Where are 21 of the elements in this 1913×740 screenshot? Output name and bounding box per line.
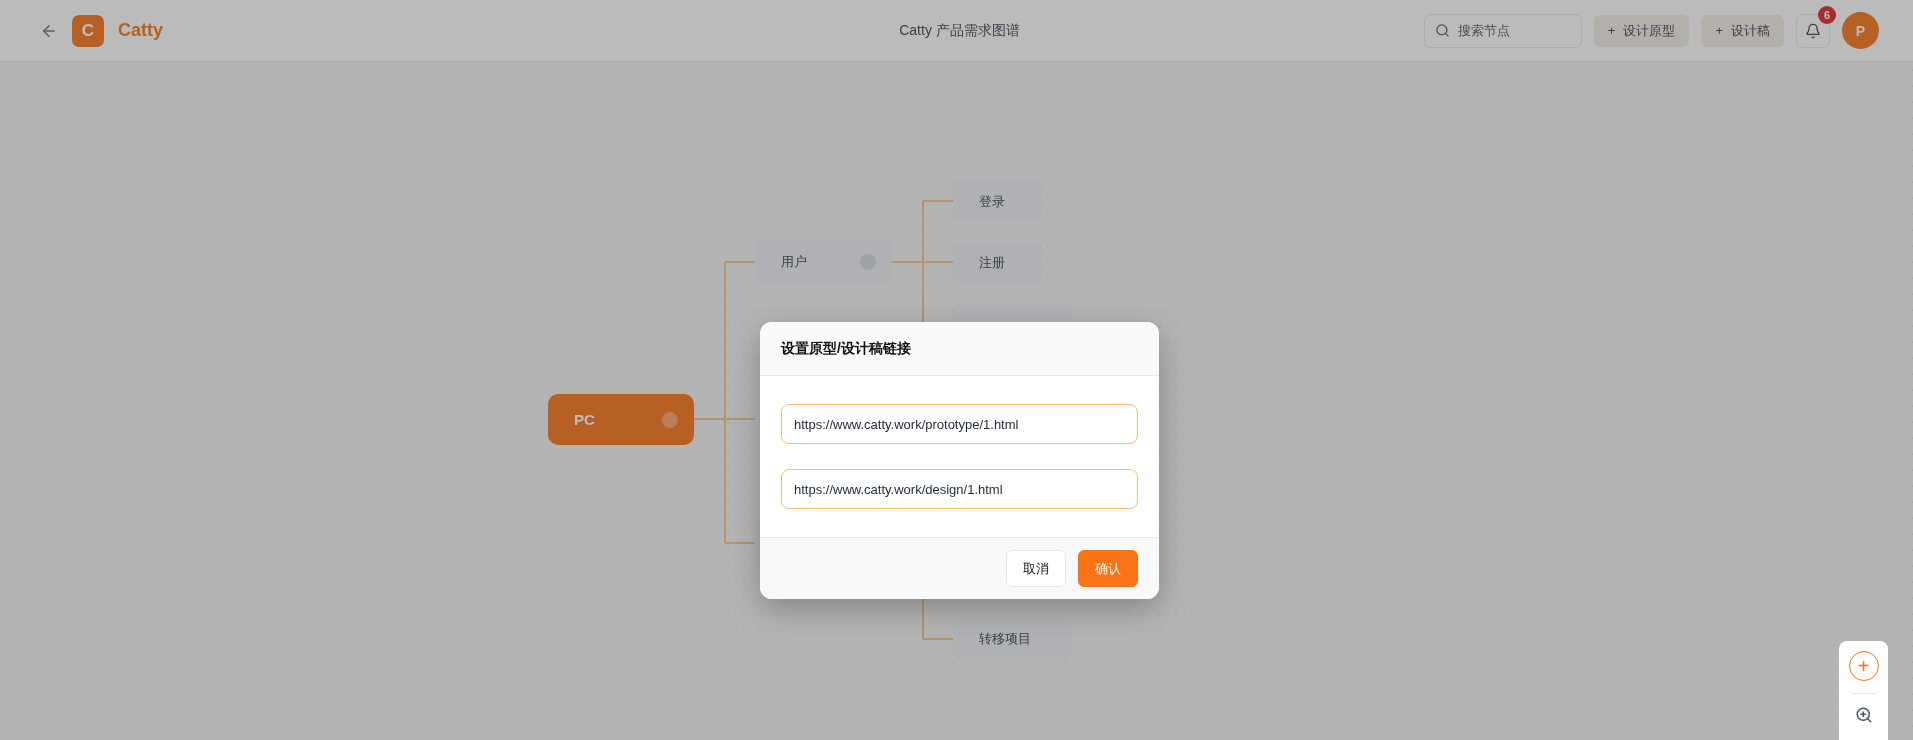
cancel-button[interactable]: 取消 xyxy=(1006,550,1066,587)
mindmap-node[interactable]: 注册 xyxy=(953,243,1043,282)
add-button[interactable]: + 设计稿 xyxy=(1701,14,1784,47)
url-field[interactable]: https://www.catty.work/design/1.html xyxy=(781,469,1138,509)
add-button[interactable]: + 设计原型 xyxy=(1593,14,1690,47)
notification-badge: 6 xyxy=(1818,5,1836,24)
page-title: Catty 产品需求图谱 xyxy=(899,21,1020,40)
dialog-title: 设置原型/设计稿链接 xyxy=(781,339,911,358)
bell-icon xyxy=(1805,22,1821,39)
logo: C xyxy=(72,14,104,47)
mindmap-node[interactable]: 用户 xyxy=(755,240,892,284)
mindmap-node[interactable]: 转移项目 xyxy=(953,619,1072,658)
app-name: Catty xyxy=(118,20,163,41)
url-field[interactable]: https://www.catty.work/prototype/1.html xyxy=(781,404,1138,444)
mindmap-node[interactable]: 登录 xyxy=(953,182,1043,221)
search-icon xyxy=(1434,23,1450,38)
search-field[interactable]: 搜索节点 xyxy=(1423,13,1582,48)
add-node-button[interactable]: + xyxy=(1848,651,1879,681)
notification-button[interactable] xyxy=(1796,13,1830,48)
zoom-in-button[interactable] xyxy=(1854,706,1873,724)
confirm-button[interactable]: 确认 xyxy=(1078,550,1138,587)
